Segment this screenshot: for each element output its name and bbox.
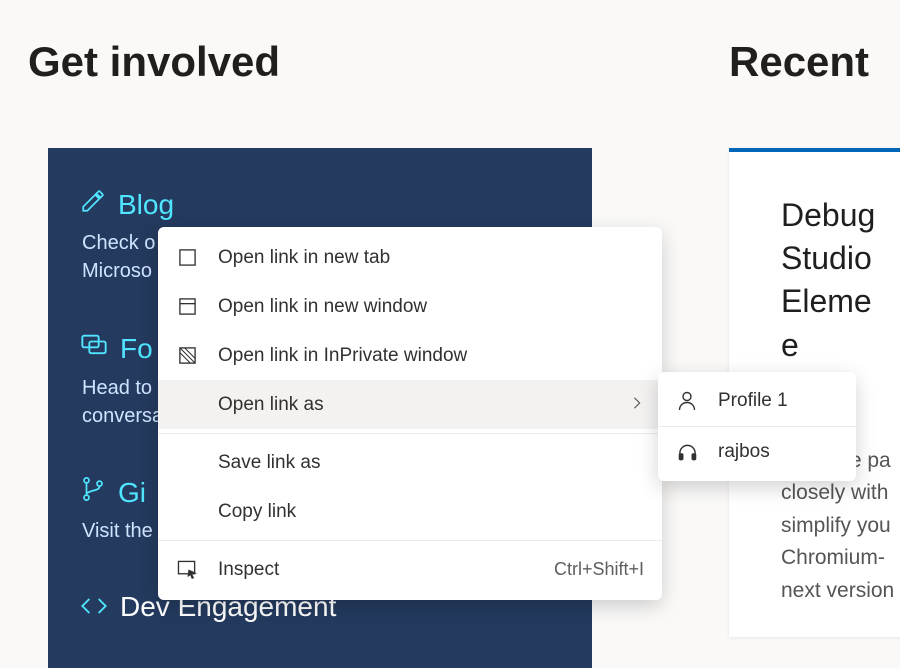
- menu-save-link-as-label: Save link as: [218, 452, 644, 474]
- menu-open-as[interactable]: Open link as: [158, 380, 662, 429]
- menu-open-as-label: Open link as: [218, 394, 630, 416]
- headphones-icon: [676, 441, 698, 463]
- inprivate-icon: [176, 345, 198, 367]
- menu-open-inprivate[interactable]: Open link in InPrivate window: [158, 331, 662, 380]
- menu-divider: [158, 433, 662, 434]
- menu-divider: [158, 540, 662, 541]
- menu-open-new-window-label: Open link in new window: [218, 296, 644, 318]
- involved-github-title: Gi: [118, 477, 146, 509]
- page-title-recent: Recent: [729, 38, 869, 86]
- menu-open-inprivate-label: Open link in InPrivate window: [218, 345, 644, 367]
- profile-submenu: Profile 1 rajbos: [658, 372, 856, 481]
- menu-copy-link[interactable]: Copy link: [158, 487, 662, 536]
- git-branch-icon: [80, 476, 106, 509]
- menu-inspect[interactable]: Inspect Ctrl+Shift+I: [158, 545, 662, 594]
- new-tab-icon: [176, 247, 198, 269]
- code-icon: [80, 591, 108, 623]
- involved-forums-title: Fo: [120, 333, 153, 365]
- submenu-profile1[interactable]: Profile 1: [658, 376, 856, 426]
- recent-article-title: Debug Studio Eleme e: [781, 194, 900, 367]
- menu-inspect-label: Inspect: [218, 559, 554, 581]
- menu-save-link-as[interactable]: Save link as: [158, 438, 662, 487]
- menu-open-new-tab-label: Open link in new tab: [218, 247, 644, 269]
- menu-inspect-shortcut: Ctrl+Shift+I: [554, 559, 644, 580]
- person-icon: [676, 390, 698, 412]
- page-title-involved: Get involved: [28, 38, 280, 86]
- chevron-right-icon: [630, 394, 644, 416]
- inspect-icon: [176, 559, 198, 581]
- menu-open-new-window[interactable]: Open link in new window: [158, 282, 662, 331]
- involved-blog-title: Blog: [118, 189, 174, 221]
- menu-copy-link-label: Copy link: [218, 501, 644, 523]
- submenu-rajbos[interactable]: rajbos: [658, 427, 856, 477]
- menu-open-new-tab[interactable]: Open link in new tab: [158, 233, 662, 282]
- pencil-icon: [80, 188, 106, 221]
- submenu-profile1-label: Profile 1: [718, 390, 838, 412]
- chat-icon: [80, 331, 108, 366]
- involved-blog-link[interactable]: Blog: [80, 188, 560, 221]
- submenu-rajbos-label: rajbos: [718, 441, 838, 463]
- context-menu: Open link in new tab Open link in new wi…: [158, 227, 662, 600]
- new-window-icon: [176, 296, 198, 318]
